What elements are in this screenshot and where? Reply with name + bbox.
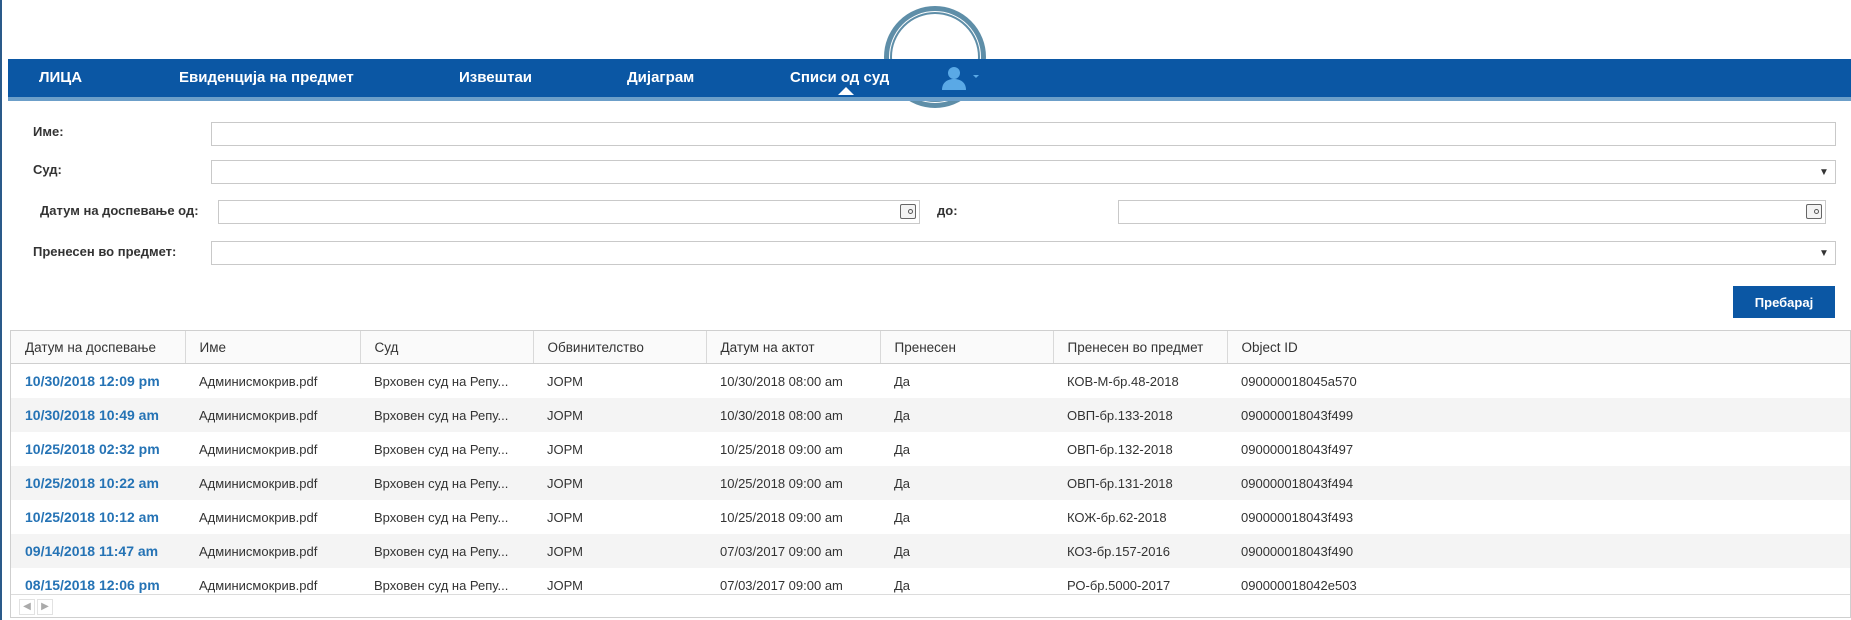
chevron-down-icon: ▼ [1819,247,1829,259]
table-header-row: Датум на доспевање Име Суд Обвинителство… [11,331,1850,364]
due-date-link[interactable]: 09/14/2018 11:47 am [11,534,185,568]
horizontal-scrollbar[interactable]: ◀ ▶ [11,594,1850,617]
cell-act-date: 10/30/2018 08:00 am [706,398,880,432]
column-header-object-id[interactable]: Object ID [1227,331,1850,364]
nav-item-lica[interactable]: ЛИЦА [39,59,82,97]
user-menu-button[interactable] [940,64,988,94]
caret-down-icon [973,75,979,78]
due-to-date-field[interactable] [1118,200,1826,224]
cell-object-id: 090000018043f499 [1227,398,1850,432]
name-label: Име: [33,124,64,139]
nav-item-evidencija[interactable]: Евиденција на предмет [179,59,354,97]
cell-court: Врховен суд на Репу... [374,509,509,525]
cell-object-id: 090000018043f497 [1241,441,1354,457]
cell-court: Врховен суд на Репу... [360,466,533,500]
cell-court: Врховен суд на Репу... [374,441,509,457]
table-row[interactable]: 10/25/2018 10:22 am Админисмокрив.pdf Вр… [11,466,1850,500]
cell-transferred-to-case: ОВП-бр.132-2018 [1067,441,1173,457]
scroll-right-icon[interactable]: ▶ [37,599,53,615]
cell-name: Админисмокрив.pdf [185,398,360,432]
court-select[interactable]: ▼ [211,160,1836,184]
cell-name: Админисмокрив.pdf [185,534,360,568]
column-header-prosecution[interactable]: Обвинителство [533,331,707,364]
cell-court: Врховен суд на Репу... [360,398,533,432]
cell-transferred-to-case: КОВ-М-бр.48-2018 [1067,373,1179,389]
cell-prosecution: ЈОРМ [533,398,706,432]
cell-act-date: 10/25/2018 09:00 am [720,509,843,525]
cell-object-id: 090000018043f490 [1227,534,1850,568]
cell-prosecution: ЈОРМ [533,534,706,568]
cell-prosecution: ЈОРМ [533,466,706,500]
cell-transferred: Да [880,398,1053,432]
due-to-label: до: [937,203,958,218]
cell-transferred: Да [880,466,1053,500]
cell-name: Админисмокрив.pdf [199,509,318,525]
column-header-act-date[interactable]: Датум на актот [706,331,881,364]
results-table: Датум на доспевање Име Суд Обвинителство… [10,330,1851,618]
cell-transferred-to-case: ОВП-бр.133-2018 [1053,398,1227,432]
cell-object-id: 090000018043f494 [1227,466,1850,500]
name-input[interactable] [211,122,1836,146]
cell-transferred: Да [894,509,911,525]
scroll-left-icon[interactable]: ◀ [19,599,35,615]
due-date-link[interactable]: 10/25/2018 02:32 pm [11,432,185,466]
table-row[interactable]: 10/25/2018 02:32 pm Админисмокрив.pdf Вр… [11,432,1850,466]
cell-transferred-to-case: ОВП-бр.131-2018 [1053,466,1227,500]
column-header-name[interactable]: Име [185,331,361,364]
due-date-link[interactable]: 10/30/2018 10:49 am [11,398,185,432]
cell-object-id: 090000018045a570 [1241,373,1357,389]
cell-court: Врховен суд на Репу... [360,534,533,568]
column-header-transferred-to-case[interactable]: Пренесен во предмет [1053,331,1228,364]
search-button[interactable]: Пребарај [1733,286,1835,318]
transferred-select[interactable]: ▼ [211,241,1836,265]
due-date-link[interactable]: 10/30/2018 12:09 pm [11,364,185,399]
due-date-link[interactable]: 10/25/2018 10:12 am [11,500,185,534]
transferred-label: Пренесен во предмет: [33,244,177,259]
active-tab-caret [838,87,854,95]
cell-act-date: 10/30/2018 08:00 am [720,373,843,389]
cell-name: Админисмокрив.pdf [185,466,360,500]
cell-court: Врховен суд на Репу... [374,373,509,389]
due-date-link[interactable]: 10/25/2018 10:22 am [11,466,185,500]
cell-prosecution: ЈОРМ [547,441,583,457]
cell-name: Админисмокрив.pdf [199,441,318,457]
nav-item-dijagram[interactable]: Дијаграм [627,59,694,97]
cell-transferred: Да [894,373,911,389]
cell-act-date: 07/03/2017 09:00 am [706,534,880,568]
cell-transferred: Да [894,441,911,457]
table-row[interactable]: 10/30/2018 10:49 am Админисмокрив.pdf Вр… [11,398,1850,432]
table-row[interactable]: 09/14/2018 11:47 am Админисмокрив.pdf Вр… [11,534,1850,568]
cell-object-id: 090000018043f493 [1241,509,1354,525]
cell-prosecution: ЈОРМ [547,373,583,389]
cell-transferred: Да [880,534,1053,568]
user-icon [942,67,979,90]
nav-item-izvestai[interactable]: Извештаи [459,59,532,97]
due-from-label: Датум на доспевање од: [40,203,199,218]
column-header-court[interactable]: Суд [360,331,534,364]
column-header-transferred[interactable]: Пренесен [880,331,1054,364]
column-header-due-date[interactable]: Датум на доспевање [11,331,186,364]
calendar-icon[interactable] [900,204,916,219]
cell-act-date: 10/25/2018 09:00 am [706,466,880,500]
cell-name: Админисмокрив.pdf [199,373,318,389]
due-from-date-field[interactable] [218,200,920,224]
cell-act-date: 10/25/2018 09:00 am [720,441,843,457]
court-label: Суд: [33,162,62,177]
cell-transferred-to-case: КОЖ-бр.62-2018 [1067,509,1167,525]
table-row[interactable]: 10/30/2018 12:09 pm Админисмокрив.pdf Вр… [11,364,1850,399]
chevron-down-icon: ▼ [1819,166,1829,178]
window-left-border [0,0,2,620]
cell-transferred-to-case: КОЗ-бр.157-2016 [1053,534,1227,568]
table-row[interactable]: 10/25/2018 10:12 am Админисмокрив.pdf Вр… [11,500,1850,534]
cell-prosecution: ЈОРМ [547,509,583,525]
calendar-icon[interactable] [1806,204,1822,219]
